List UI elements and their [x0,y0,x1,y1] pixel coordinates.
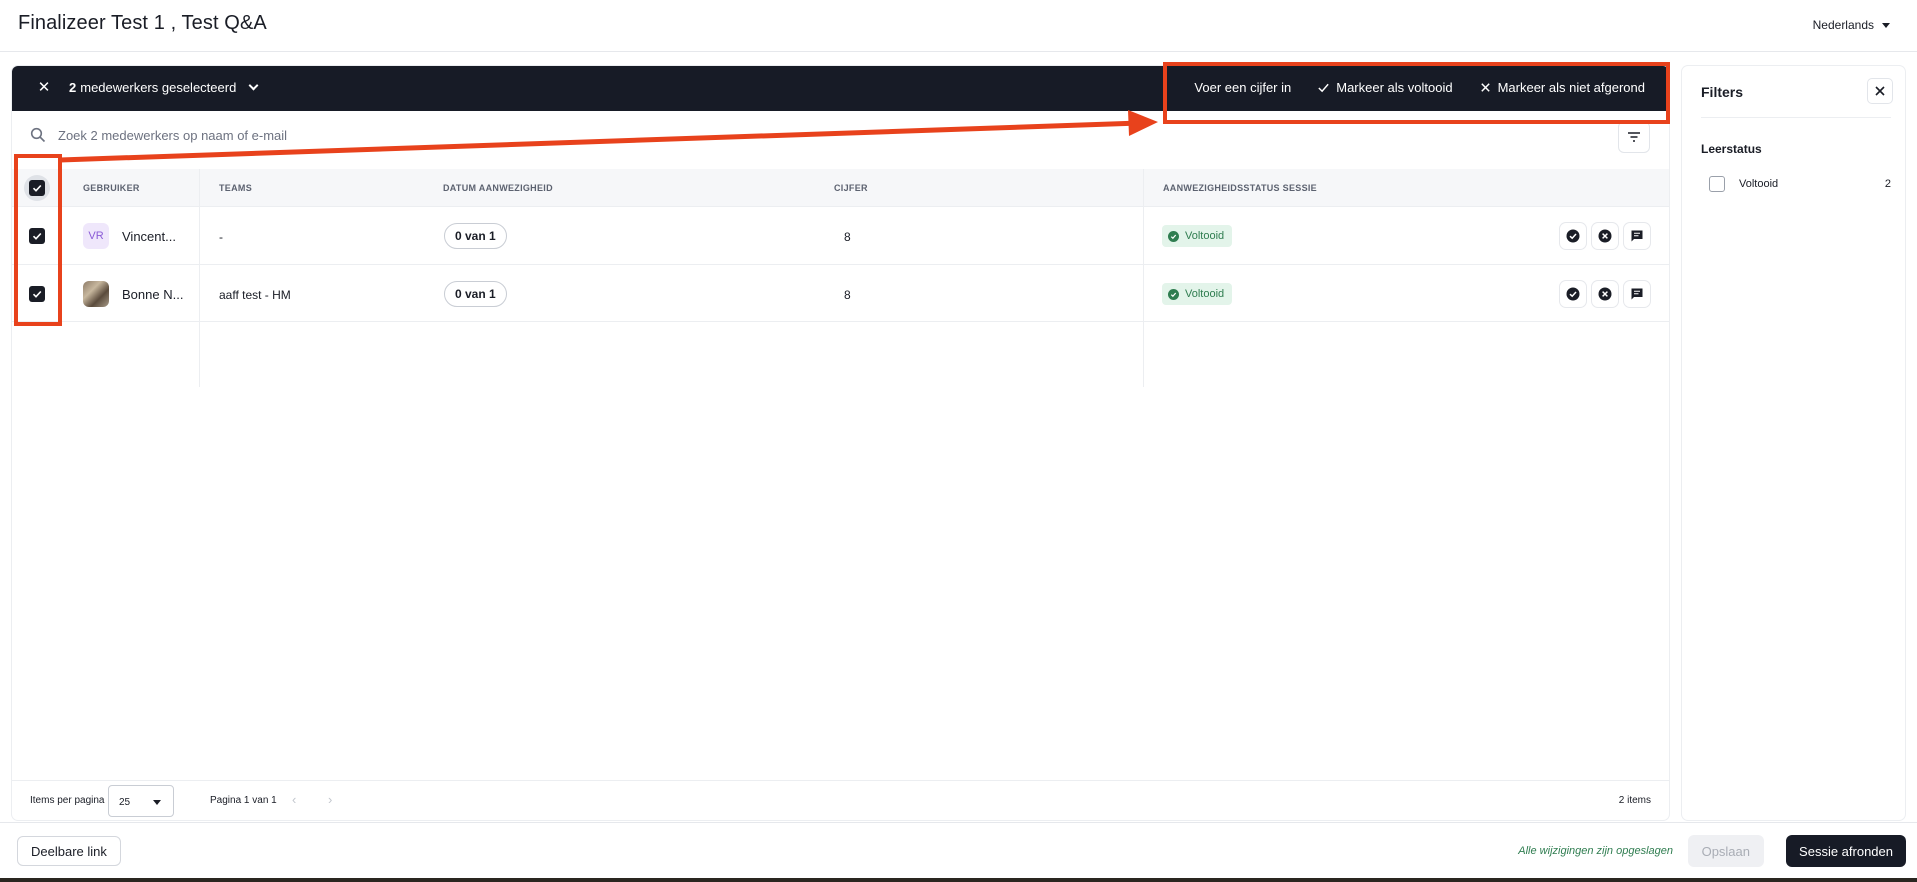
mark-present-button[interactable] [1560,281,1586,307]
page-title: Finalizeer Test 1 , Test Q&A [18,12,267,34]
divider [1701,117,1891,118]
item-count: 2 items [1618,795,1651,806]
check-circle-icon [1168,288,1179,300]
check-circle-icon [1168,230,1179,242]
row-checkbox[interactable] [29,286,45,302]
comment-icon [1631,288,1643,300]
selection-count[interactable]: 2 medewerkers geselecteerd [69,80,259,95]
status-label: Voltooid [1185,230,1225,242]
x-circle-icon [1598,287,1612,301]
comment-button[interactable] [1624,223,1650,249]
grade-value: 8 [844,288,851,302]
attendance-date-pill[interactable]: 0 van 1 [444,223,507,249]
selected-count: 2 [69,80,77,95]
mark-absent-button[interactable] [1592,223,1618,249]
selected-count-label: medewerkers geselecteerd [80,80,237,95]
check-circle-icon [1566,229,1580,243]
check-circle-icon [1566,287,1580,301]
column-header-status[interactable]: AANWEZIGHEIDSSTATUS SESSIE [1163,183,1317,193]
pagination-bar: Items per pagina 25 Pagina 1 van 1 ‹ › 2… [12,780,1669,820]
page-indicator: Pagina 1 van 1 [210,795,277,806]
row-checkbox[interactable] [29,228,45,244]
items-per-page-value: 25 [119,797,131,808]
finish-session-button[interactable]: Sessie afronden [1786,835,1906,867]
mark-complete-button[interactable]: Markeer als voltooid [1317,80,1453,95]
mark-present-button[interactable] [1560,223,1586,249]
grade-value: 8 [844,230,851,244]
bulk-actions: Voer een cijfer in Markeer als voltooid … [1194,80,1645,95]
search-bar[interactable]: Zoek 2 medewerkers op naam of e-mail [30,123,287,147]
page-header: Finalizeer Test 1 , Test Q&A Nederlands [0,0,1917,52]
search-icon [30,127,46,143]
close-filters-button[interactable] [1867,78,1893,104]
table-row: VR Vincent... - 0 van 1 8 Voltooid [12,208,1669,265]
column-header-grade[interactable]: CIJFER [834,183,868,193]
column-header-teams[interactable]: TEAMS [219,183,252,193]
enter-grade-label: Voer een cijfer in [1194,80,1292,95]
close-icon [1480,83,1490,92]
save-button[interactable]: Opslaan [1687,835,1764,867]
column-header-user[interactable]: GEBRUIKER [83,183,140,193]
filter-button[interactable] [1618,121,1650,153]
language-selector[interactable]: Nederlands [1813,18,1890,32]
comment-icon [1631,230,1643,242]
caret-down-icon [1882,22,1890,28]
mark-absent-button[interactable] [1592,281,1618,307]
avatar [83,281,109,307]
check-icon [32,232,42,240]
saved-status: Alle wijzigingen zijn opgeslagen [1518,845,1673,857]
table-row: Bonne N... aaff test - HM 0 van 1 8 Volt… [12,265,1669,322]
clear-selection-button[interactable]: ✕ [36,80,52,96]
comment-button[interactable] [1624,281,1650,307]
selection-bar: ✕ 2 medewerkers geselecteerd Voer een ci… [12,66,1669,111]
language-label: Nederlands [1812,18,1874,32]
attendance-table-card: ✕ 2 medewerkers geselecteerd Voer een ci… [12,66,1669,820]
attendance-date-pill[interactable]: 0 van 1 [444,281,507,307]
user-name[interactable]: Vincent... [122,229,176,244]
check-icon [1318,83,1329,93]
team-name: aaff test - HM [219,288,291,302]
x-circle-icon [1598,229,1612,243]
filter-icon [1628,132,1640,142]
user-name[interactable]: Bonne N... [122,287,183,302]
status-label: Voltooid [1185,288,1225,300]
table-header: GEBRUIKER TEAMS DATUM AANWEZIGHEID CIJFE… [12,169,1669,207]
search-input[interactable]: Zoek 2 medewerkers op naam of e-mail [58,128,287,143]
filter-option-count: 2 [1884,178,1891,190]
mark-incomplete-label: Markeer als niet afgerond [1497,80,1645,95]
mark-complete-label: Markeer als voltooid [1336,80,1453,95]
team-name: - [219,230,223,244]
next-page-button[interactable]: › [328,792,332,807]
avatar: VR [83,223,109,249]
filters-panel: Filters Leerstatus Voltooid 2 [1682,66,1905,820]
chevron-down-icon [248,80,259,91]
bottom-action-bar: Deelbare link Alle wijzigingen zijn opge… [0,822,1917,878]
filter-checkbox[interactable] [1709,176,1725,192]
status-badge: Voltooid [1162,225,1233,247]
filters-title: Filters [1701,84,1744,100]
items-per-page-select[interactable]: 25 [108,785,174,817]
filter-section-title: Leerstatus [1701,142,1762,156]
enter-grade-button[interactable]: Voer een cijfer in [1194,80,1291,95]
select-all-checkbox[interactable] [29,180,45,196]
items-per-page-label: Items per pagina [30,795,105,806]
close-icon [1875,86,1885,96]
filter-option-label: Voltooid [1739,178,1779,190]
check-icon [32,184,42,192]
previous-page-button[interactable]: ‹ [292,792,296,807]
caret-down-icon [153,800,161,805]
mark-incomplete-button[interactable]: Markeer als niet afgerond [1479,80,1645,95]
column-header-date[interactable]: DATUM AANWEZIGHEID [443,183,553,193]
status-badge: Voltooid [1162,283,1233,305]
check-icon [32,290,42,298]
bottom-edge [0,878,1917,882]
filter-option[interactable]: Voltooid 2 [1709,176,1891,192]
share-link-button[interactable]: Deelbare link [17,836,121,866]
